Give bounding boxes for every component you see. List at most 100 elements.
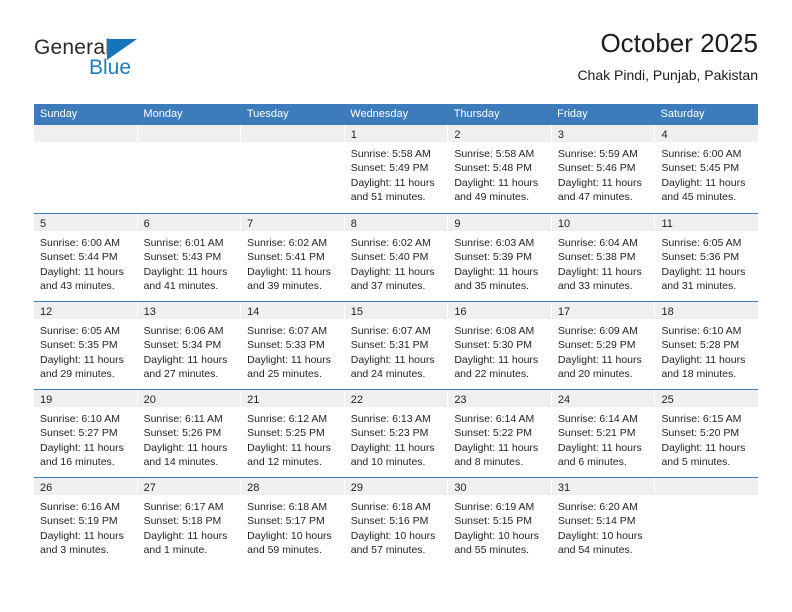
day-number-bar: 31: [551, 478, 655, 495]
day-cell[interactable]: 21 Sunrise: 6:12 AM Sunset: 5:25 PM Dayl…: [241, 390, 345, 477]
day-cell[interactable]: 3 Sunrise: 5:59 AM Sunset: 5:46 PM Dayli…: [551, 125, 656, 213]
day-cell[interactable]: 22 Sunrise: 6:13 AM Sunset: 5:23 PM Dayl…: [344, 390, 449, 477]
sunset-text: Sunset: 5:26 PM: [143, 427, 222, 440]
daylight-text-line1: Daylight: 11 hours: [247, 441, 332, 454]
sunset-text: Sunset: 5:39 PM: [454, 251, 532, 264]
day-number-bar: 17: [551, 302, 655, 319]
day-details: Sunrise: 6:06 AM Sunset: 5:34 PM Dayligh…: [138, 319, 241, 389]
daylight-text-line2: and 10 minutes.: [350, 455, 426, 468]
day-cell[interactable]: 8 Sunrise: 6:02 AM Sunset: 5:40 PM Dayli…: [344, 214, 449, 301]
day-cell[interactable]: [241, 125, 345, 213]
day-cell[interactable]: 25 Sunrise: 6:15 AM Sunset: 5:20 PM Dayl…: [655, 390, 759, 477]
daylight-text-line2: and 35 minutes.: [454, 279, 530, 292]
daylight-text-line2: and 29 minutes.: [40, 367, 115, 380]
day-number: 29: [350, 482, 363, 494]
day-cell[interactable]: 27 Sunrise: 6:17 AM Sunset: 5:18 PM Dayl…: [137, 478, 242, 565]
daylight-text-line2: and 31 minutes.: [661, 279, 737, 292]
day-cell[interactable]: 30 Sunrise: 6:19 AM Sunset: 5:15 PM Dayl…: [448, 478, 552, 565]
day-cell[interactable]: 31 Sunrise: 6:20 AM Sunset: 5:14 PM Dayl…: [551, 478, 656, 565]
daylight-text-line1: Daylight: 11 hours: [557, 353, 642, 366]
day-cell[interactable]: [137, 125, 242, 213]
daylight-text-line1: Daylight: 11 hours: [40, 353, 124, 366]
day-number-bar: 25: [655, 390, 759, 407]
sunrise-text: Sunrise: 6:19 AM: [454, 501, 535, 513]
daylight-text-line2: and 6 minutes.: [557, 455, 627, 468]
weekday-header-wednesday: Wednesday: [350, 108, 409, 120]
daylight-text-line2: and 43 minutes.: [40, 279, 115, 292]
daylight-text-line1: Daylight: 11 hours: [454, 265, 539, 278]
day-cell[interactable]: 6 Sunrise: 6:01 AM Sunset: 5:43 PM Dayli…: [137, 214, 242, 301]
sunset-text: Sunset: 5:41 PM: [247, 251, 325, 264]
day-number-bar: 29: [344, 478, 448, 495]
daylight-text-line2: and 47 minutes.: [557, 190, 633, 203]
day-number: 8: [350, 218, 357, 230]
day-number: 9: [454, 218, 461, 230]
sunrise-text: Sunrise: 6:02 AM: [350, 237, 431, 249]
day-cell[interactable]: 10 Sunrise: 6:04 AM Sunset: 5:38 PM Dayl…: [551, 214, 656, 301]
daylight-text-line2: and 18 minutes.: [661, 367, 737, 380]
daylight-text-line2: and 37 minutes.: [350, 279, 426, 292]
day-cell[interactable]: 23 Sunrise: 6:14 AM Sunset: 5:22 PM Dayl…: [448, 390, 552, 477]
day-number-bar: 30: [448, 478, 551, 495]
day-cell[interactable]: 11 Sunrise: 6:05 AM Sunset: 5:36 PM Dayl…: [655, 214, 759, 301]
day-cell[interactable]: 14 Sunrise: 6:07 AM Sunset: 5:33 PM Dayl…: [241, 302, 345, 389]
day-number: 11: [661, 218, 673, 230]
sunrise-text: Sunrise: 6:07 AM: [247, 325, 328, 337]
sunset-text: Sunset: 5:48 PM: [454, 162, 532, 175]
day-cell[interactable]: 5 Sunrise: 6:00 AM Sunset: 5:44 PM Dayli…: [34, 214, 138, 301]
day-cell[interactable]: 1 Sunrise: 5:58 AM Sunset: 5:49 PM Dayli…: [344, 125, 449, 213]
day-cell[interactable]: 15 Sunrise: 6:07 AM Sunset: 5:31 PM Dayl…: [344, 302, 449, 389]
day-cell[interactable]: 19 Sunrise: 6:10 AM Sunset: 5:27 PM Dayl…: [34, 390, 138, 477]
day-number-bar: [241, 125, 344, 142]
day-number: 25: [661, 394, 674, 406]
daylight-text-line2: and 49 minutes.: [454, 190, 530, 203]
day-cell[interactable]: [34, 125, 138, 213]
day-cell[interactable]: 26 Sunrise: 6:16 AM Sunset: 5:19 PM Dayl…: [34, 478, 138, 565]
sunset-text: Sunset: 5:27 PM: [40, 427, 118, 440]
day-cell[interactable]: 18 Sunrise: 6:10 AM Sunset: 5:28 PM Dayl…: [655, 302, 759, 389]
day-cell[interactable]: [655, 478, 759, 565]
general-blue-logo[interactable]: General Blue: [34, 36, 234, 86]
day-cell[interactable]: 13 Sunrise: 6:06 AM Sunset: 5:34 PM Dayl…: [137, 302, 242, 389]
sunrise-text: Sunrise: 6:06 AM: [143, 325, 224, 337]
day-number: 1: [350, 129, 357, 141]
day-cell[interactable]: 28 Sunrise: 6:18 AM Sunset: 5:17 PM Dayl…: [241, 478, 345, 565]
daylight-text-line1: Daylight: 11 hours: [557, 176, 642, 189]
day-cell[interactable]: 24 Sunrise: 6:14 AM Sunset: 5:21 PM Dayl…: [551, 390, 656, 477]
day-number: 12: [40, 306, 53, 318]
calendar-page: General Blue October 2025 Chak Pindi, Pu…: [0, 0, 792, 612]
sunrise-text: Sunrise: 6:13 AM: [350, 413, 431, 425]
sunrise-text: Sunrise: 6:18 AM: [350, 501, 431, 513]
sunset-text: Sunset: 5:31 PM: [350, 339, 429, 352]
day-cell[interactable]: 20 Sunrise: 6:11 AM Sunset: 5:26 PM Dayl…: [137, 390, 242, 477]
day-cell[interactable]: 17 Sunrise: 6:09 AM Sunset: 5:29 PM Dayl…: [551, 302, 656, 389]
title-block: October 2025 Chak Pindi, Punjab, Pakista…: [577, 28, 758, 83]
daylight-text-line2: and 25 minutes.: [247, 367, 322, 380]
daylight-text-line1: Daylight: 11 hours: [350, 265, 435, 278]
day-cell[interactable]: 4 Sunrise: 6:00 AM Sunset: 5:45 PM Dayli…: [655, 125, 759, 213]
day-number-bar: 22: [344, 390, 448, 407]
week-row: 5 Sunrise: 6:00 AM Sunset: 5:44 PM Dayli…: [34, 213, 759, 301]
day-cell[interactable]: 16 Sunrise: 6:08 AM Sunset: 5:30 PM Dayl…: [448, 302, 552, 389]
day-cell[interactable]: 2 Sunrise: 5:58 AM Sunset: 5:48 PM Dayli…: [448, 125, 552, 213]
sunrise-text: Sunrise: 6:14 AM: [454, 413, 535, 425]
day-cell[interactable]: 9 Sunrise: 6:03 AM Sunset: 5:39 PM Dayli…: [448, 214, 552, 301]
sunrise-text: Sunrise: 6:08 AM: [454, 325, 535, 337]
sunset-text: Sunset: 5:21 PM: [557, 427, 636, 440]
sunrise-text: Sunrise: 5:58 AM: [350, 148, 431, 160]
daylight-text-line1: Daylight: 11 hours: [557, 265, 642, 278]
daylight-text-line2: and 24 minutes.: [350, 367, 426, 380]
day-number: 19: [40, 394, 53, 406]
page-subtitle: Chak Pindi, Punjab, Pakistan: [577, 67, 758, 83]
day-cell[interactable]: 29 Sunrise: 6:18 AM Sunset: 5:16 PM Dayl…: [344, 478, 449, 565]
day-cell[interactable]: 7 Sunrise: 6:02 AM Sunset: 5:41 PM Dayli…: [241, 214, 345, 301]
sunset-text: Sunset: 5:14 PM: [557, 515, 636, 528]
week-row: 26 Sunrise: 6:16 AM Sunset: 5:19 PM Dayl…: [34, 477, 759, 565]
day-number: 27: [143, 482, 156, 494]
day-cell[interactable]: 12 Sunrise: 6:05 AM Sunset: 5:35 PM Dayl…: [34, 302, 138, 389]
day-number: 20: [143, 394, 156, 406]
sunrise-text: Sunrise: 6:17 AM: [143, 501, 224, 513]
day-details: Sunrise: 6:14 AM Sunset: 5:21 PM Dayligh…: [552, 407, 655, 477]
day-number-bar: 13: [137, 302, 241, 319]
day-details: Sunrise: 6:10 AM Sunset: 5:27 PM Dayligh…: [34, 407, 137, 477]
